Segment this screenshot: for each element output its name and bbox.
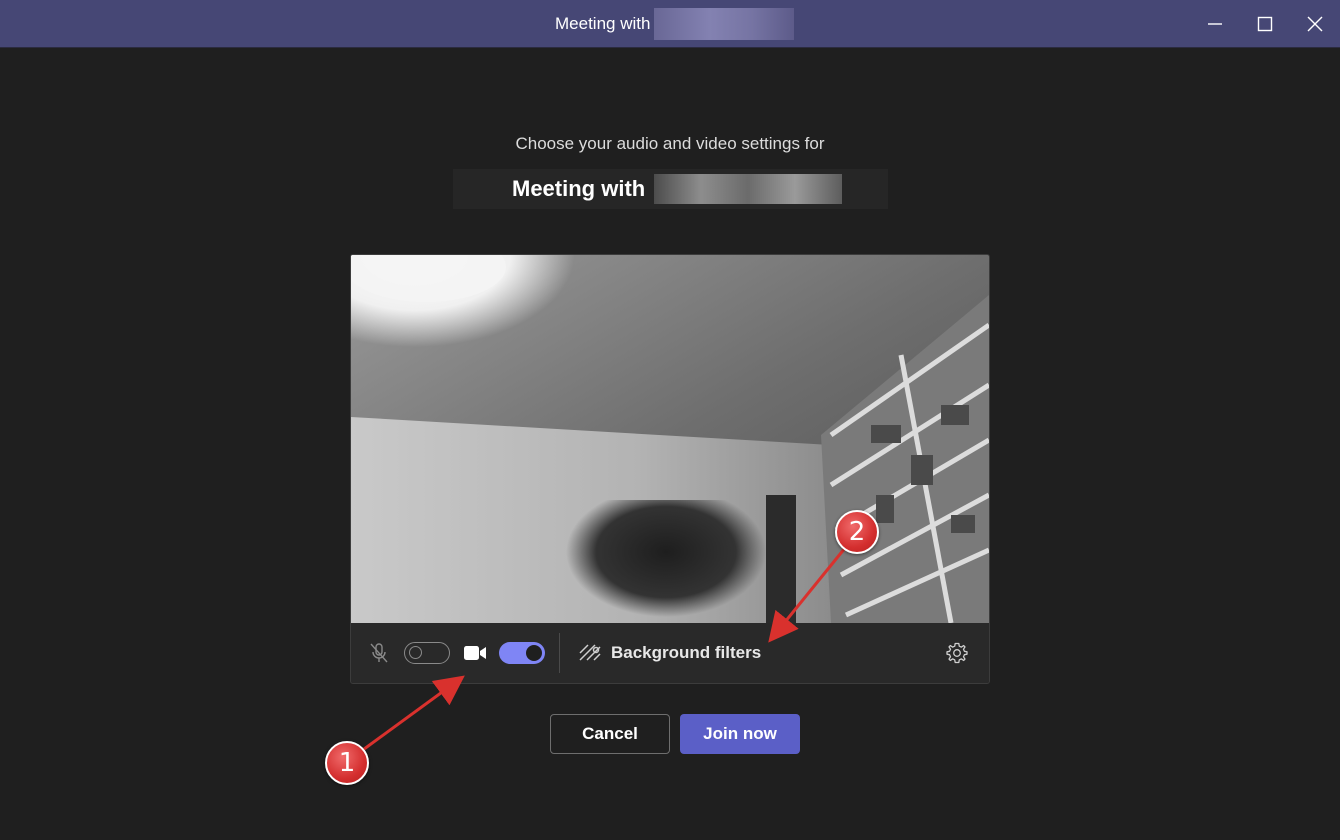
minimize-button[interactable]	[1190, 0, 1240, 48]
window-title-text: Meeting with	[555, 14, 651, 33]
gear-icon[interactable]	[945, 641, 969, 665]
mic-toggle-knob	[409, 646, 422, 659]
annotation-badge-1: 1	[325, 741, 369, 785]
video-preview	[351, 255, 989, 623]
mic-toggle[interactable]	[404, 642, 450, 664]
window-title: Meeting with	[555, 0, 795, 48]
redacted-name	[654, 8, 795, 40]
settings-subtitle: Choose your audio and video settings for	[515, 134, 825, 153]
annotation-badge-2: 2	[835, 510, 879, 554]
video-camera-icon[interactable]	[463, 642, 487, 664]
controls-divider	[559, 633, 560, 673]
mic-off-icon[interactable]	[367, 641, 391, 665]
background-filters-icon	[579, 644, 601, 661]
close-button[interactable]	[1290, 0, 1340, 48]
maximize-button[interactable]	[1240, 0, 1290, 48]
background-filters-button[interactable]: Background filters	[579, 637, 761, 669]
device-controls-bar: Background filters	[351, 623, 989, 683]
close-icon	[1307, 16, 1323, 32]
meeting-title: Meeting with	[512, 176, 646, 201]
preview-card: Background filters	[350, 254, 990, 684]
background-filters-label: Background filters	[611, 643, 762, 662]
join-now-button[interactable]: Join now	[680, 714, 800, 754]
redacted-meeting-name	[654, 174, 842, 204]
minimize-icon	[1208, 23, 1222, 25]
cancel-button[interactable]: Cancel	[550, 714, 670, 754]
maximize-icon	[1257, 16, 1273, 32]
title-bar: Meeting with	[0, 0, 1340, 48]
camera-toggle[interactable]	[499, 642, 545, 664]
camera-toggle-knob	[526, 645, 542, 661]
